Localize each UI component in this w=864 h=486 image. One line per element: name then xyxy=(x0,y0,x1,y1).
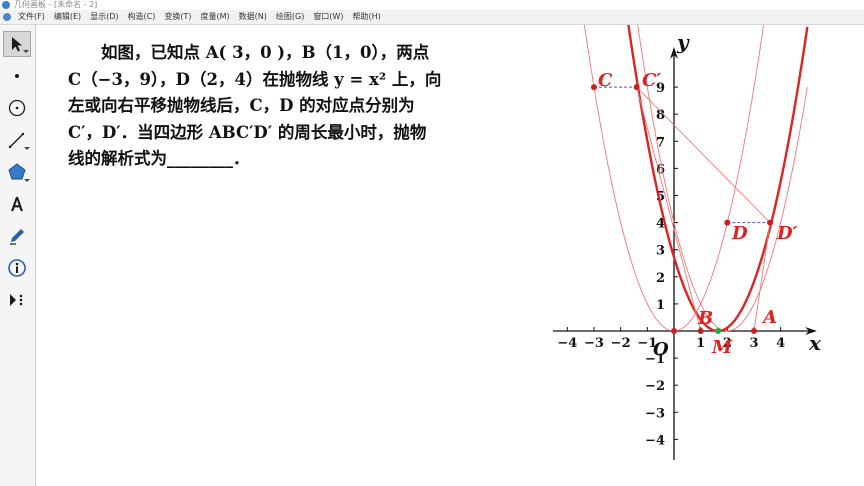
y-axis-label: y xyxy=(676,30,690,54)
text-icon xyxy=(11,197,23,211)
menu-display[interactable]: 显示(D) xyxy=(90,10,118,24)
custom-tools[interactable] xyxy=(3,287,31,313)
info-icon xyxy=(8,259,26,277)
y-tick-label: −2 xyxy=(645,379,665,394)
menu-window[interactable]: 窗口(W) xyxy=(313,10,343,24)
custom-tools-icon xyxy=(10,294,23,306)
y-tick-label: 2 xyxy=(656,271,665,286)
y-tick-label: 8 xyxy=(656,108,665,123)
y-tick-label: −4 xyxy=(645,433,665,448)
chevron-down-icon xyxy=(24,147,30,150)
menu-transform[interactable]: 变换(T) xyxy=(164,10,191,24)
compass-tool[interactable] xyxy=(3,95,31,121)
chevron-down-icon xyxy=(23,50,29,53)
menu-data[interactable]: 数据(N) xyxy=(239,10,267,24)
menu-edit[interactable]: 编辑(E) xyxy=(54,10,81,24)
graph-point xyxy=(724,219,731,226)
document-icon[interactable] xyxy=(3,13,11,21)
x-tick-label: −2 xyxy=(611,336,631,351)
menu-construct[interactable]: 构造(C) xyxy=(128,10,156,24)
window-title: 几何画板 - [未命名 - 2] xyxy=(14,0,98,9)
graph-point xyxy=(751,328,758,334)
y-tick-label: 1 xyxy=(656,298,665,313)
info-tool[interactable] xyxy=(3,255,31,281)
x-tick-label: 1 xyxy=(696,336,705,351)
y-tick-label: 3 xyxy=(656,244,665,259)
x-tick-label: 4 xyxy=(776,336,785,351)
x-tick-label: 3 xyxy=(749,336,758,351)
point-label-d-prime: D′ xyxy=(776,223,798,244)
menu-measure[interactable]: 度量(M) xyxy=(201,10,230,24)
menu-help[interactable]: 帮助(H) xyxy=(353,10,381,24)
arrow-tool[interactable] xyxy=(3,31,31,57)
y-tick-label: −3 xyxy=(645,406,665,421)
x-axis-label: x xyxy=(808,331,822,355)
app-icon xyxy=(2,1,10,9)
x-tick-label: −3 xyxy=(584,336,604,351)
menu-bar: 文件(F) 编辑(E) 显示(D) 构造(C) 变换(T) 度量(M) 数据(N… xyxy=(0,10,864,25)
point-label-b: B xyxy=(697,308,713,329)
polygon-tool[interactable] xyxy=(3,159,31,185)
point-label-d: D xyxy=(731,223,748,244)
chevron-down-icon xyxy=(24,179,30,182)
graph-point xyxy=(671,328,677,334)
graph-point-m xyxy=(715,328,722,334)
x-tick-label: −1 xyxy=(637,336,657,351)
point-label-m: M xyxy=(711,337,733,358)
title-bar: 几何画板 - [未命名 - 2] xyxy=(0,0,864,10)
graph-point xyxy=(590,84,597,91)
point-label-a: A xyxy=(761,307,777,328)
line-tool[interactable] xyxy=(3,127,31,153)
x-tick-label: −4 xyxy=(557,336,577,351)
segment-b-cprime xyxy=(636,86,702,332)
marker-tool[interactable] xyxy=(3,223,31,249)
text-tool[interactable] xyxy=(3,191,31,217)
marker-icon xyxy=(10,229,24,245)
point-tool[interactable] xyxy=(3,63,31,89)
graph-point xyxy=(633,84,640,91)
point-icon xyxy=(15,74,19,78)
menu-graph[interactable]: 绘图(G) xyxy=(276,10,304,24)
point-label-c: C xyxy=(598,70,613,91)
point-label-c-prime: C′ xyxy=(642,70,661,91)
y-tick-label: −1 xyxy=(645,352,665,367)
toolbox xyxy=(0,25,36,486)
graph-canvas[interactable]: xyO−4 −3 −2 −1 1 2 3 4987654321−1−2−3−4ABC C′D D′… xyxy=(36,25,864,486)
graph-point xyxy=(767,219,774,226)
compass-icon xyxy=(8,99,26,117)
menu-file[interactable]: 文件(F) xyxy=(18,10,45,24)
